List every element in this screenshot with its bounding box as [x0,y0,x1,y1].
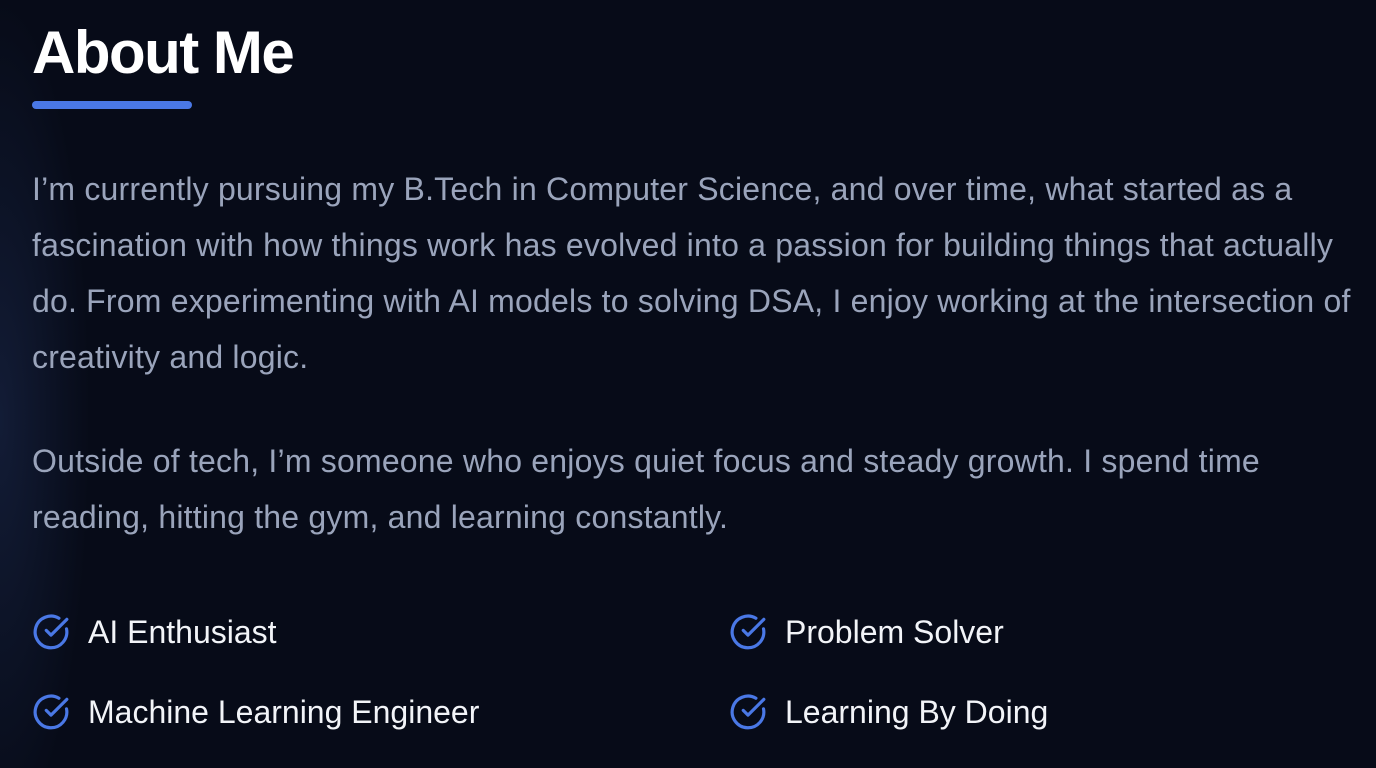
highlight-label: AI Enthusiast [88,613,277,650]
check-circle-icon [32,613,70,651]
about-section: About Me I’m currently pursuing my B.Tec… [32,0,1362,545]
check-circle-icon [729,613,767,651]
highlight-item: Learning By Doing [729,686,1048,738]
title-underline [32,101,192,109]
highlights-grid: AI Enthusiast Problem Solver Machine Lea… [32,606,1352,746]
highlight-item: Machine Learning Engineer [32,686,479,738]
highlight-label: Machine Learning Engineer [88,693,480,730]
highlight-item: Problem Solver [729,606,1004,658]
highlight-item: AI Enthusiast [32,606,277,658]
about-paragraph-1: I’m currently pursuing my B.Tech in Comp… [32,171,1351,375]
highlight-label: Learning By Doing [785,693,1049,730]
section-title: About Me [32,19,295,86]
highlight-label: Problem Solver [785,613,1004,650]
check-circle-icon [729,693,767,731]
check-circle-icon [32,693,70,731]
about-paragraph-2: Outside of tech, I’m someone who enjoys … [32,443,1260,535]
